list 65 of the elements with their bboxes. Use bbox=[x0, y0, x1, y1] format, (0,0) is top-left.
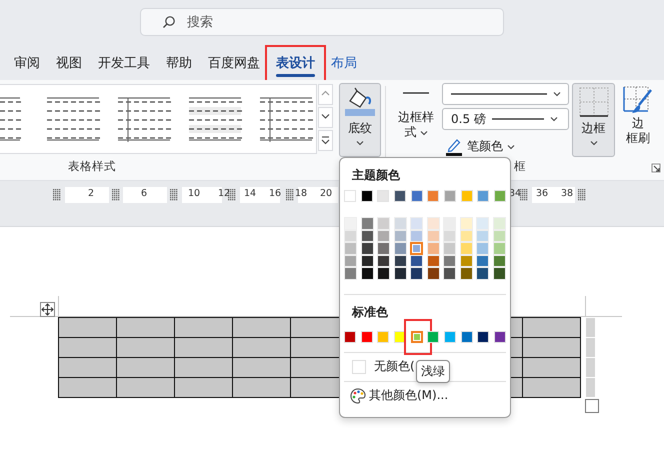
line-weight-dropdown[interactable]: 0.5 磅 bbox=[442, 108, 569, 130]
ruler-marker-icon[interactable] bbox=[170, 189, 178, 201]
ruler-number: 14 bbox=[244, 188, 256, 199]
section-heading: 标准色 bbox=[350, 304, 389, 321]
border-painter-button[interactable]: 边 框刷 bbox=[618, 83, 658, 180]
gallery-scroll-button[interactable] bbox=[318, 130, 333, 151]
group-label: 表格样式 bbox=[68, 159, 116, 174]
caret-icon bbox=[553, 91, 561, 97]
paint-bucket-icon bbox=[344, 87, 376, 117]
ruler-number: 2 bbox=[88, 188, 94, 199]
line-sample-icon bbox=[451, 93, 547, 95]
row-end-marker bbox=[586, 338, 595, 357]
ribbon-tab[interactable]: 帮助 bbox=[158, 48, 200, 78]
ruler-marker-icon[interactable] bbox=[286, 189, 294, 201]
button-label: 边 bbox=[631, 116, 645, 131]
color-swatch[interactable] bbox=[410, 242, 424, 255]
button-label: 框刷 bbox=[626, 131, 650, 146]
ruler-number: 20 bbox=[320, 188, 332, 199]
line-sample-icon bbox=[492, 118, 544, 120]
ruler-number: 10 bbox=[188, 188, 200, 199]
row-end-marker bbox=[586, 378, 595, 397]
ruler-number: 16 bbox=[269, 188, 282, 199]
ribbon-tab[interactable]: 表设计 bbox=[268, 48, 323, 78]
section-heading: 主题颜色 bbox=[351, 167, 401, 184]
row-end-marker bbox=[586, 318, 595, 337]
search-field[interactable]: 搜索 bbox=[140, 8, 504, 36]
line-style-dropdown[interactable] bbox=[442, 83, 569, 105]
ruler-number: 38 bbox=[561, 188, 574, 199]
line-sample-icon bbox=[403, 92, 429, 94]
search-icon bbox=[162, 15, 176, 29]
ribbon-tab[interactable]: 布局 bbox=[323, 48, 365, 78]
ribbon-tab[interactable]: 审阅 bbox=[6, 48, 48, 78]
caret-icon bbox=[590, 140, 598, 146]
caret-icon bbox=[507, 144, 515, 150]
brush-icon bbox=[623, 86, 653, 114]
palette-icon bbox=[350, 388, 366, 404]
borders-icon bbox=[578, 87, 608, 117]
move-handle-icon[interactable] bbox=[40, 302, 55, 317]
caret-icon bbox=[550, 116, 558, 122]
pen-color-button[interactable]: 笔颜色 bbox=[442, 137, 569, 156]
expand-icon bbox=[321, 136, 330, 145]
ruler-marker-icon[interactable] bbox=[520, 189, 528, 201]
ruler-number: 36 bbox=[536, 188, 548, 199]
ruler-marker-icon[interactable] bbox=[53, 189, 61, 201]
borders-button[interactable]: 边框 bbox=[572, 83, 615, 157]
caret-icon bbox=[356, 140, 364, 146]
gallery-scroll-button[interactable] bbox=[318, 107, 333, 128]
ruler-marker-icon[interactable] bbox=[112, 189, 120, 201]
more-colors-item[interactable]: 其他颜色(M)... bbox=[340, 382, 510, 410]
caret-icon bbox=[420, 130, 428, 136]
tooltip: 浅绿 bbox=[416, 360, 450, 383]
group-label: 框 bbox=[514, 159, 526, 174]
ruler-number: 18 bbox=[295, 188, 308, 199]
ruler-marker-icon[interactable] bbox=[228, 189, 236, 201]
ribbon-tab[interactable]: 百度网盘 bbox=[200, 48, 268, 78]
resize-handle[interactable] bbox=[585, 399, 599, 413]
dialog-launcher-icon[interactable] bbox=[651, 163, 661, 173]
ribbon-tab[interactable]: 开发工具 bbox=[90, 48, 158, 78]
ruler-number: 12 bbox=[218, 188, 230, 199]
row-end-marker bbox=[586, 358, 595, 377]
ribbon-tab[interactable]: 视图 bbox=[48, 48, 90, 78]
ruler-number: 6 bbox=[141, 188, 148, 199]
shading-button[interactable]: 底纹 bbox=[339, 83, 381, 157]
ruler-marker-icon[interactable] bbox=[578, 189, 586, 201]
color-swatch[interactable] bbox=[410, 330, 423, 343]
